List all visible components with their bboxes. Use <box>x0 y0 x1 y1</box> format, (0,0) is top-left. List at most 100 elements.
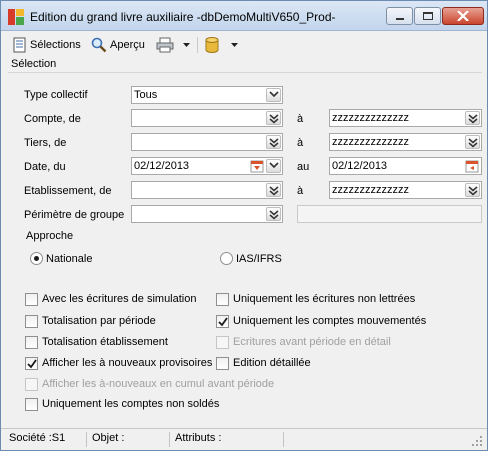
resize-grip-icon[interactable] <box>471 435 483 447</box>
date-from-value: 02/12/2013 <box>134 160 190 172</box>
etablissement-from-lookup-button[interactable] <box>266 183 281 197</box>
selections-button[interactable]: Sélections <box>13 35 81 55</box>
double-chevron-down-icon <box>269 186 279 196</box>
chevron-down-icon <box>269 91 279 98</box>
selections-icon <box>13 37 26 53</box>
status-attributs: Attributs : <box>175 432 222 444</box>
double-chevron-down-icon <box>269 138 279 148</box>
checkbox-a-nouveaux-provisoires[interactable] <box>25 357 38 370</box>
checkbox-comptes-mouvementes-label[interactable]: Uniquement les comptes mouvementés <box>233 315 426 327</box>
status-objet: Objet : <box>92 432 125 444</box>
tiers-to-field[interactable]: zzzzzzzzzzzzzz <box>329 133 482 151</box>
etablissement-from-field[interactable] <box>131 181 283 199</box>
checkbox-a-nouveaux-cumul <box>25 378 38 391</box>
maximize-button[interactable] <box>414 7 441 25</box>
tiers-from-lookup-button[interactable] <box>266 135 281 149</box>
minimize-button[interactable] <box>386 7 413 25</box>
toolbar-separator <box>197 37 198 53</box>
date-to-label: au <box>297 161 310 173</box>
caret-down-icon <box>231 42 238 47</box>
double-chevron-down-icon <box>468 138 478 148</box>
caret-down-icon <box>183 42 190 47</box>
database-button[interactable] <box>205 35 219 55</box>
radio-nationale-label[interactable]: Nationale <box>46 253 92 265</box>
checkbox-non-soldes-label[interactable]: Uniquement les comptes non soldés <box>42 398 219 410</box>
radio-selected-dot <box>34 256 39 261</box>
toolbar: Sélections Aperçu <box>1 32 487 57</box>
database-dropdown[interactable] <box>231 35 238 55</box>
checkbox-comptes-mouvementes[interactable] <box>216 315 229 328</box>
radio-ias-ifrs[interactable] <box>220 252 233 265</box>
perimetre-label: Périmètre de groupe <box>24 209 125 221</box>
type-collectif-label: Type collectif <box>24 89 88 101</box>
checkbox-edition-detaillee-label[interactable]: Edition détaillée <box>233 357 311 369</box>
compte-from-field[interactable] <box>131 109 283 127</box>
type-collectif-select[interactable]: Tous <box>131 86 283 104</box>
window-title: Edition du grand livre auxiliaire -dbDem… <box>30 10 336 24</box>
checkbox-non-lettrees[interactable] <box>216 293 229 306</box>
database-icon <box>205 37 219 53</box>
dropdown-button[interactable] <box>266 88 281 102</box>
checkbox-edition-detaillee[interactable] <box>216 357 229 370</box>
checkbox-non-soldes[interactable] <box>25 398 38 411</box>
printer-icon <box>156 37 174 53</box>
checkbox-a-nouveaux-provisoires-label[interactable]: Afficher les à nouveaux provisoires <box>42 357 212 369</box>
etablissement-to-label: à <box>297 185 304 197</box>
checkbox-ecritures-avant <box>216 336 229 349</box>
print-dropdown[interactable] <box>183 35 190 55</box>
apercu-button[interactable]: Aperçu <box>91 35 145 55</box>
compte-from-lookup-button[interactable] <box>266 111 281 125</box>
app-icon <box>8 9 24 25</box>
checkbox-totalisation-periode-label[interactable]: Totalisation par période <box>42 315 156 327</box>
double-chevron-down-icon <box>269 210 279 220</box>
checkmark-icon <box>218 317 228 327</box>
approche-label: Approche <box>26 230 74 242</box>
maximize-icon <box>423 12 433 20</box>
etablissement-to-field[interactable]: zzzzzzzzzzzzzz <box>329 181 482 199</box>
close-icon <box>457 11 469 21</box>
etablissement-to-value: zzzzzzzzzzzzzz <box>332 184 409 196</box>
radio-ias-ifrs-label[interactable]: IAS/IFRS <box>236 253 282 265</box>
status-separator <box>86 432 87 447</box>
calendar-icon <box>465 160 479 173</box>
date-to-calendar-button[interactable] <box>465 159 480 173</box>
date-to-field[interactable]: 02/12/2013 <box>329 157 482 175</box>
close-button[interactable] <box>442 7 484 25</box>
checkbox-a-nouveaux-cumul-label: Afficher les à-nouveaux en cumul avant p… <box>42 378 275 390</box>
status-separator <box>283 432 284 447</box>
app-window: Edition du grand livre auxiliaire -dbDem… <box>0 0 488 451</box>
double-chevron-down-icon <box>468 186 478 196</box>
compte-to-field[interactable]: zzzzzzzzzzzzzz <box>329 109 482 127</box>
title-bar[interactable]: Edition du grand livre auxiliaire -dbDem… <box>1 1 487 31</box>
tiers-to-lookup-button[interactable] <box>465 135 480 149</box>
checkbox-non-lettrees-label[interactable]: Uniquement les écritures non lettrées <box>233 293 415 305</box>
checkbox-totalisation-etablissement-label[interactable]: Totalisation établissement <box>42 336 168 348</box>
perimetre-field[interactable] <box>131 205 283 223</box>
checkbox-simulation-label[interactable]: Avec les écritures de simulation <box>42 293 196 305</box>
tiers-from-field[interactable] <box>131 133 283 151</box>
section-title: Sélection <box>11 58 57 70</box>
etablissement-to-lookup-button[interactable] <box>465 183 480 197</box>
double-chevron-down-icon <box>269 114 279 124</box>
checkbox-simulation[interactable] <box>25 293 38 306</box>
magnifier-icon <box>91 37 107 53</box>
calendar-icon <box>250 160 264 173</box>
date-from-calendar-button[interactable] <box>250 159 265 173</box>
checkbox-totalisation-periode[interactable] <box>25 315 38 328</box>
selections-label: Sélections <box>30 39 81 51</box>
compte-to-lookup-button[interactable] <box>465 111 480 125</box>
date-from-field[interactable]: 02/12/2013 <box>131 157 283 175</box>
perimetre-lookup-button[interactable] <box>266 207 281 221</box>
checkbox-totalisation-etablissement[interactable] <box>25 336 38 349</box>
chevron-down-icon <box>269 162 279 169</box>
section-divider <box>8 72 482 73</box>
status-bar: Société :S1 Objet : Attributs : <box>1 428 487 450</box>
perimetre-description-field <box>297 205 482 223</box>
compte-label: Compte, de <box>24 113 81 125</box>
date-from-dropdown-button[interactable] <box>266 159 281 173</box>
radio-nationale[interactable] <box>30 252 43 265</box>
print-button[interactable] <box>156 35 174 55</box>
tiers-label: Tiers, de <box>24 137 67 149</box>
double-chevron-down-icon <box>468 114 478 124</box>
date-to-value: 02/12/2013 <box>332 160 388 172</box>
